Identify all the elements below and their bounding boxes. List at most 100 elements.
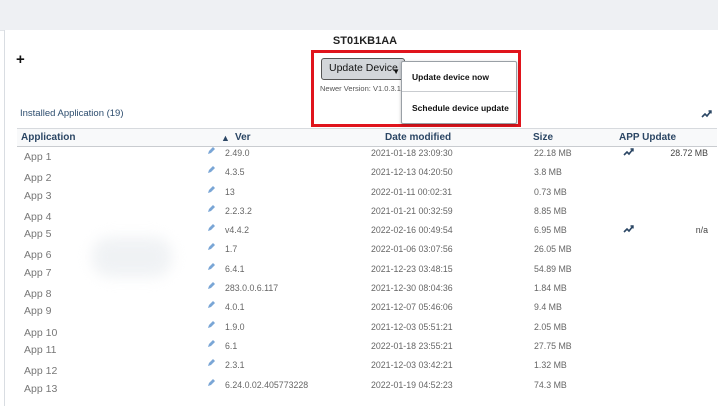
app-name: App 9 bbox=[24, 305, 52, 318]
app-name: App 7 bbox=[24, 266, 52, 279]
trend-chart-icon[interactable] bbox=[701, 109, 713, 119]
top-bar bbox=[0, 0, 718, 31]
app-date-modified: 2022-01-19 04:52:23 bbox=[371, 379, 453, 390]
pencil-icon[interactable] bbox=[207, 281, 216, 290]
app-name: App 4 bbox=[24, 210, 52, 223]
pencil-icon[interactable] bbox=[207, 300, 216, 309]
table-header: Application ▲ Ver Date modified Size APP… bbox=[17, 128, 717, 147]
col-ver[interactable]: Ver bbox=[235, 132, 251, 143]
table-row[interactable]: App 11 6.1 2022-01-18 23:55:21 27.75 MB bbox=[17, 339, 717, 359]
table-row[interactable]: App 9 4.0.1 2021-12-07 05:46:06 9.4 MB bbox=[17, 301, 717, 320]
trend-chart-icon[interactable] bbox=[623, 147, 635, 157]
app-version: 6.24.0.02.405773228 bbox=[225, 379, 309, 390]
table-row[interactable]: App 1 2.49.0 2021-01-18 23:09:30 22.18 MB 28… bbox=[17, 147, 717, 166]
app-date-modified: 2022-01-11 00:02:31 bbox=[371, 186, 453, 197]
pencil-icon[interactable] bbox=[207, 146, 216, 155]
add-button[interactable]: + bbox=[16, 51, 25, 68]
app-name: App 10 bbox=[24, 326, 58, 339]
app-size: 22.18 MB bbox=[534, 148, 572, 158]
app-update-value: n/a bbox=[695, 225, 708, 236]
app-size: 3.8 MB bbox=[534, 167, 562, 178]
app-size: 74.3 MB bbox=[534, 379, 567, 390]
app-name: App 11 bbox=[24, 343, 57, 356]
app-version: 4.0.1 bbox=[225, 302, 245, 313]
app-version: 4.3.5 bbox=[225, 167, 245, 178]
trend-chart-icon[interactable] bbox=[623, 224, 635, 234]
col-application[interactable]: Application bbox=[21, 132, 75, 143]
newer-version-text: Newer Version: V1.0.3.1 bbox=[320, 84, 401, 93]
app-size: 9.4 MB bbox=[534, 302, 562, 313]
update-dropdown: Update device now Schedule device update bbox=[401, 61, 517, 124]
app-version: 6.1 bbox=[225, 340, 238, 351]
update-device-label: Update Device bbox=[329, 62, 398, 74]
update-now-item[interactable]: Update device now bbox=[402, 72, 516, 82]
app-size: 54.89 MB bbox=[534, 263, 572, 274]
table-row[interactable]: App 3 13 2022-01-11 00:02:31 0.73 MB bbox=[17, 185, 717, 205]
pencil-icon[interactable] bbox=[207, 242, 216, 251]
app-version: 2.49.0 bbox=[225, 148, 250, 158]
pencil-icon[interactable] bbox=[207, 223, 216, 232]
app-name: App 13 bbox=[24, 382, 58, 395]
app-size: 8.85 MB bbox=[534, 205, 567, 216]
app-version: 13 bbox=[225, 186, 235, 197]
schedule-update-item[interactable]: Schedule device update bbox=[402, 103, 516, 113]
pencil-icon[interactable] bbox=[207, 339, 216, 348]
app-date-modified: 2021-12-13 04:20:50 bbox=[371, 167, 453, 178]
app-name: App 1 bbox=[24, 151, 52, 163]
app-version: 1.7 bbox=[225, 244, 238, 255]
app-date-modified: 2021-12-07 05:46:06 bbox=[371, 302, 453, 313]
pencil-icon[interactable] bbox=[207, 165, 216, 174]
app-date-modified: 2021-01-21 00:32:59 bbox=[371, 205, 453, 216]
app-date-modified: 2021-12-30 08:04:36 bbox=[371, 283, 453, 294]
app-size: 26.05 MB bbox=[534, 244, 572, 255]
app-version: 1.9.0 bbox=[225, 321, 245, 332]
menu-divider bbox=[402, 91, 516, 92]
table-row[interactable]: App 8 283.0.0.6.117 2021-12-30 08:04:36 1.8… bbox=[17, 282, 717, 301]
update-menu-highlight: Update Device ▼ Newer Version: V1.0.3.1 … bbox=[311, 50, 521, 127]
app-date-modified: 2022-02-16 00:49:54 bbox=[371, 225, 453, 236]
app-version: 6.4.1 bbox=[225, 263, 245, 274]
blurred-region bbox=[92, 237, 172, 277]
app-size: 27.75 MB bbox=[534, 340, 572, 351]
table-row[interactable]: App 10 1.9.0 2021-12-03 05:51:21 2.05 MB bbox=[17, 320, 717, 340]
pencil-icon[interactable] bbox=[207, 262, 216, 271]
app-version: 2.3.1 bbox=[225, 360, 245, 371]
app-date-modified: 2021-12-03 05:51:21 bbox=[371, 321, 453, 332]
app-name: App 8 bbox=[24, 288, 52, 301]
installed-apps-label: Installed Application (19) bbox=[20, 108, 124, 119]
app-date-modified: 2022-01-06 03:07:56 bbox=[371, 244, 453, 255]
app-version: v4.4.2 bbox=[225, 225, 249, 236]
app-size: 6.95 MB bbox=[534, 225, 567, 236]
pencil-icon[interactable] bbox=[207, 358, 216, 367]
app-size: 1.32 MB bbox=[534, 360, 567, 371]
col-size[interactable]: Size bbox=[533, 132, 553, 143]
app-date-modified: 2022-01-18 23:55:21 bbox=[371, 340, 453, 351]
pencil-icon[interactable] bbox=[207, 185, 216, 194]
pencil-icon[interactable] bbox=[207, 320, 216, 329]
table-row[interactable]: App 4 2.2.3.2 2021-01-21 00:32:59 8.85 MB bbox=[17, 204, 717, 224]
pencil-icon[interactable] bbox=[207, 204, 216, 213]
col-date-modified[interactable]: Date modified bbox=[385, 132, 451, 143]
app-size: 1.84 MB bbox=[534, 283, 567, 294]
app-size: 2.05 MB bbox=[534, 321, 567, 332]
app-date-modified: 2021-12-23 03:48:15 bbox=[371, 263, 453, 274]
update-device-button[interactable]: Update Device ▼ bbox=[321, 58, 405, 80]
app-size: 0.73 MB bbox=[534, 186, 567, 197]
app-update-value: 28.72 MB bbox=[670, 148, 708, 158]
pencil-icon[interactable] bbox=[207, 378, 216, 387]
device-title: ST01KB1AA bbox=[332, 35, 398, 47]
app-date-modified: 2021-12-03 03:42:21 bbox=[371, 360, 453, 371]
app-name: App 3 bbox=[24, 189, 52, 202]
app-name: App 6 bbox=[24, 249, 52, 262]
app-date-modified: 2021-01-18 23:09:30 bbox=[371, 148, 453, 158]
table-row[interactable]: App 12 2.3.1 2021-12-03 03:42:21 1.32 MB bbox=[17, 359, 717, 378]
caret-down-icon: ▼ bbox=[392, 67, 400, 76]
sort-asc-icon[interactable]: ▲ bbox=[221, 133, 230, 143]
app-version: 283.0.0.6.117 bbox=[225, 283, 279, 294]
app-name: App 12 bbox=[24, 365, 58, 378]
app-name: App 5 bbox=[24, 228, 52, 241]
col-app-update[interactable]: APP Update bbox=[619, 132, 676, 143]
table-row[interactable]: App 13 6.24.0.02.405773228 2022-01-19 04:5… bbox=[17, 378, 717, 398]
table-row[interactable]: App 2 4.3.5 2021-12-13 04:20:50 3.8 MB bbox=[17, 166, 717, 185]
app-name: App 2 bbox=[24, 172, 52, 185]
